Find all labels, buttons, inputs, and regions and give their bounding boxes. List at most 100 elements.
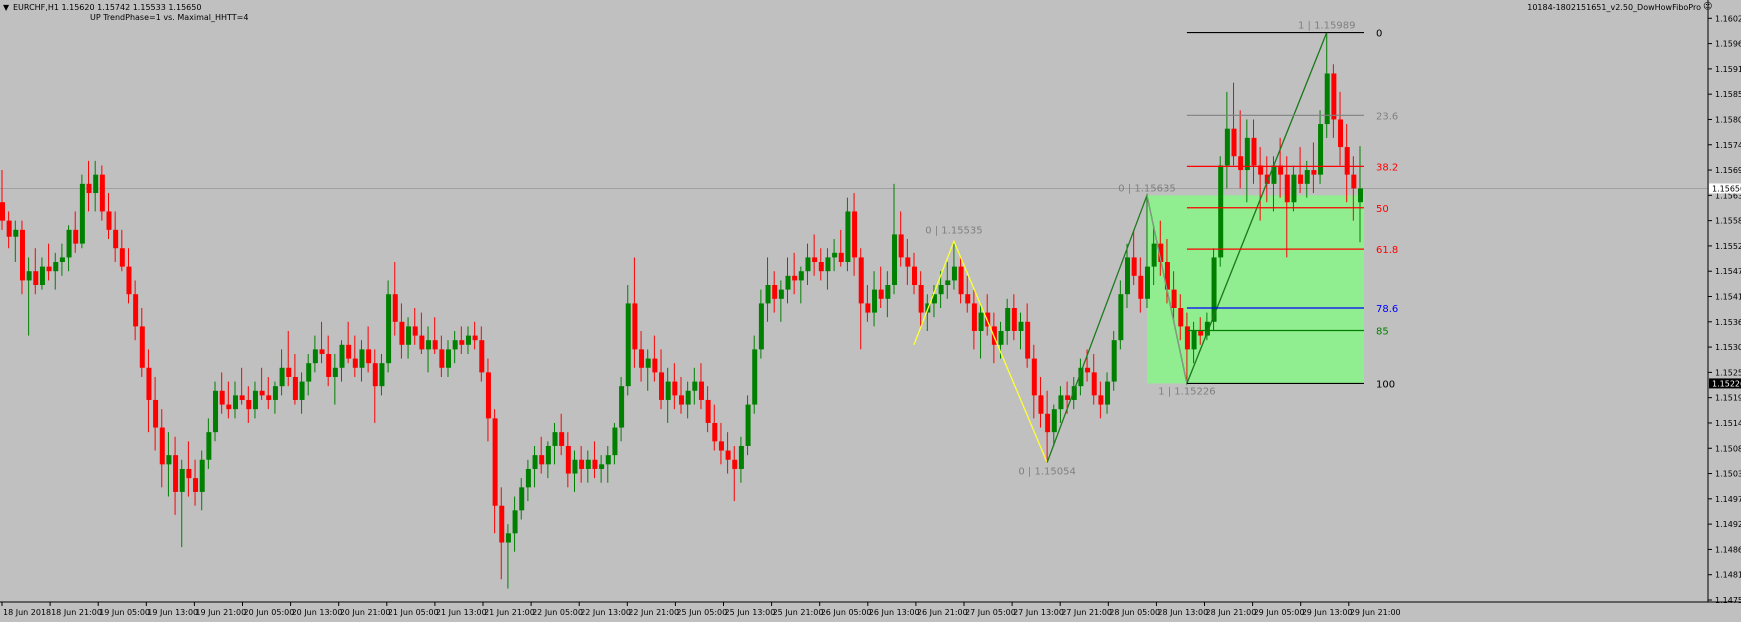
y-tick-label: 1.15085 <box>1715 444 1741 453</box>
candle-body <box>66 229 72 258</box>
fibo-level-label: 100 <box>1376 379 1395 390</box>
candle-body <box>179 468 185 492</box>
highlight-price-tag: 1.15226 <box>1712 379 1741 388</box>
candle-body <box>818 262 824 272</box>
candle-body <box>1085 367 1091 373</box>
candle-body <box>978 312 984 331</box>
x-tick-label: 25 Jun 13:00 <box>725 608 776 617</box>
x-tick-label: 21 Jun 13:00 <box>436 608 487 617</box>
candle-body <box>26 271 32 281</box>
symbol-dropdown-icon[interactable]: ▼ <box>3 3 9 12</box>
candle-body <box>738 445 744 469</box>
candle-body <box>432 340 438 350</box>
smiley-icon: ☺ <box>1703 2 1713 12</box>
candle-body <box>1231 128 1237 157</box>
candle-body <box>605 455 611 465</box>
candle-body <box>718 441 724 451</box>
candle-body <box>492 418 498 506</box>
candle-body <box>319 349 325 354</box>
candle-body <box>519 487 525 511</box>
candle-body <box>426 340 432 350</box>
candle-body <box>758 303 764 350</box>
candle-body <box>139 326 145 368</box>
candle-body <box>272 386 278 400</box>
candle-body <box>505 533 511 543</box>
candle-body <box>732 459 738 469</box>
y-tick-label: 1.15745 <box>1715 141 1741 150</box>
candle-body <box>639 349 645 368</box>
y-tick-label: 1.14755 <box>1715 596 1741 605</box>
candle-body <box>1358 188 1363 203</box>
candle-body <box>159 427 165 465</box>
candle-body <box>153 399 159 428</box>
candle-body <box>958 266 964 295</box>
candle-body <box>6 220 12 237</box>
candle-body <box>146 367 152 400</box>
candle-body <box>79 183 85 244</box>
candle-body <box>1178 308 1184 327</box>
candle-body <box>133 294 139 327</box>
candle-body <box>219 390 225 405</box>
candle-body <box>286 367 292 377</box>
candle-body <box>971 303 977 331</box>
x-tick-label: 19 Jun 05:00 <box>99 608 150 617</box>
candle-body <box>13 229 19 237</box>
candle-body <box>885 285 891 299</box>
candle-body <box>53 262 59 272</box>
candle-body <box>1244 137 1250 171</box>
y-tick-label: 1.14810 <box>1715 571 1741 580</box>
candle-body <box>1045 413 1051 433</box>
candle-body <box>705 399 711 423</box>
candle-body <box>292 376 298 400</box>
candle-body <box>572 459 578 474</box>
candle-body <box>1105 381 1111 405</box>
candle-body <box>599 464 605 469</box>
candle-body <box>625 303 631 387</box>
pivot-label: 0 | 1.15535 <box>925 225 982 236</box>
candle-body <box>465 335 471 345</box>
fibo-zone <box>1146 195 1364 384</box>
candle-body <box>252 390 258 410</box>
candle-body <box>226 404 232 410</box>
indicator-info: UP TrendPhase=1 vs. Maximal_HHTT=4 <box>90 13 249 22</box>
symbol-info: EURCHF,H1 1.15620 1.15742 1.15533 1.1565… <box>13 3 202 12</box>
candle-body <box>1091 372 1097 396</box>
candle-body <box>845 211 851 263</box>
candle-body <box>246 399 252 410</box>
candle-body <box>406 326 412 345</box>
candle-body <box>1098 395 1104 405</box>
candle-body <box>1304 170 1310 184</box>
candle-body <box>559 432 565 446</box>
candle-body <box>1298 174 1304 184</box>
candle-body <box>266 395 272 400</box>
candle-body <box>332 367 338 377</box>
candle-body <box>1311 170 1317 175</box>
x-tick-label: 18 Jun 2018 <box>3 608 51 617</box>
candle-body <box>1038 395 1044 414</box>
candle-body <box>379 363 385 387</box>
candle-body <box>545 445 551 465</box>
candle-body <box>86 183 92 194</box>
x-tick-label: 26 Jun 13:00 <box>869 608 920 617</box>
candle-body <box>938 285 944 295</box>
candle-body <box>279 367 285 387</box>
price-chart[interactable]: 0 23.6 38.2 50 61.8 78.6 85 100 0 | 1.15535 0 | … <box>0 0 1741 622</box>
candle-body <box>532 455 538 469</box>
chart-window[interactable]: 0 23.6 38.2 50 61.8 78.6 85 100 0 | 1.15535 0 | … <box>0 0 1741 622</box>
candle-body <box>113 229 119 249</box>
candle-body <box>359 349 365 368</box>
candle-body <box>499 505 505 543</box>
y-tick-label: 1.15965 <box>1715 40 1741 49</box>
candle-body <box>679 395 684 405</box>
candle-body <box>1318 124 1324 175</box>
candle-body <box>725 450 731 460</box>
candle-body <box>1018 321 1024 331</box>
candle-body <box>1051 409 1057 433</box>
candle-body <box>525 468 531 488</box>
candle-body <box>206 432 212 460</box>
candle-body <box>59 257 65 263</box>
candle-body <box>685 390 691 405</box>
candle-body <box>439 349 445 368</box>
candle-body <box>752 349 758 405</box>
candle-body <box>1111 340 1117 382</box>
